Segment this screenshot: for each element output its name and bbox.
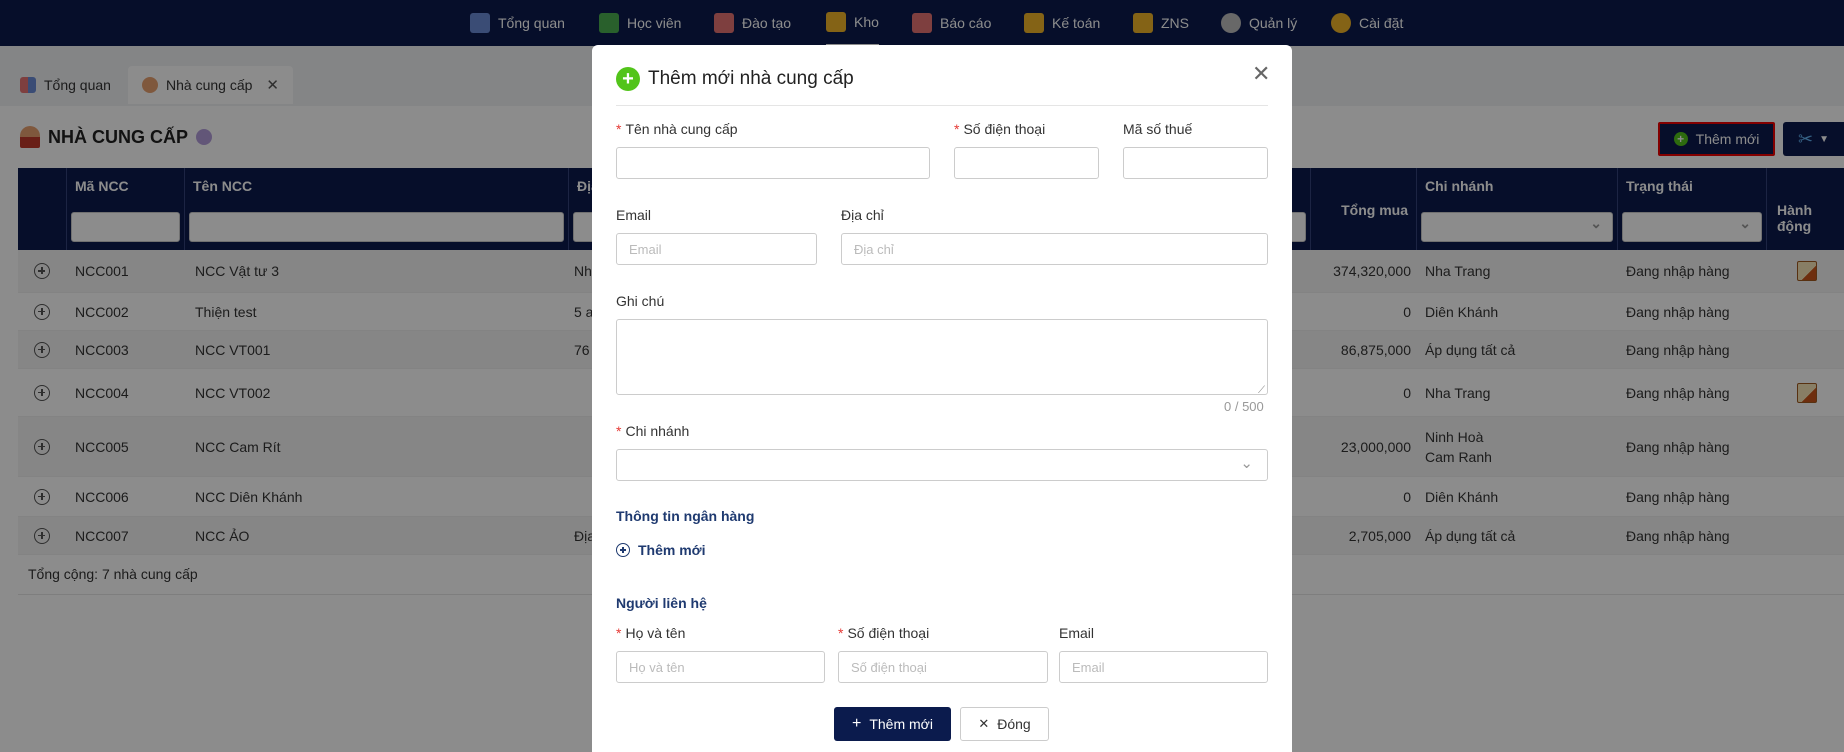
submit-label: Thêm mới [869, 716, 933, 732]
add-supplier-modal: + Thêm mới nhà cung cấp ✕ * Tên nhà cung … [592, 45, 1292, 752]
contact-name-label: * Họ và tên [616, 625, 686, 641]
phone-label: * Số điện thoại [954, 121, 1046, 137]
branch-select[interactable] [616, 449, 1268, 481]
plus-icon: + [852, 715, 862, 732]
plus-circle-icon: + [616, 67, 640, 91]
add-bank-label: Thêm mới [638, 542, 706, 558]
branch-label: * Chi nhánh [616, 423, 690, 439]
note-textarea[interactable] [616, 319, 1268, 396]
contact-phone-input[interactable]: Số điện thoại [838, 651, 1048, 683]
supplier-name-input[interactable] [616, 147, 930, 179]
modal-title: + Thêm mới nhà cung cấp [616, 67, 854, 91]
phone-input[interactable] [954, 147, 1099, 179]
supplier-name-label: * Tên nhà cung cấp [616, 121, 738, 137]
address-input[interactable]: Địa chỉ [841, 233, 1268, 265]
close-label: Đóng [997, 716, 1031, 732]
close-button[interactable]: ✕ Đóng [960, 707, 1049, 741]
email-input[interactable]: Email [616, 233, 817, 265]
modal-divider [616, 105, 1268, 106]
email-label: Email [616, 207, 652, 223]
contact-email-input[interactable]: Email [1059, 651, 1268, 683]
close-icon[interactable]: ✕ [1252, 61, 1270, 87]
plus-circle-icon [616, 543, 630, 557]
submit-button[interactable]: + Thêm mới [834, 707, 951, 741]
add-bank-button[interactable]: Thêm mới [616, 542, 706, 558]
contact-title: Người liên hệ [616, 595, 707, 611]
tax-code-label: Mã số thuế [1123, 121, 1193, 137]
contact-name-input[interactable]: Họ và tên [616, 651, 825, 683]
bank-info-title: Thông tin ngân hàng [616, 508, 755, 524]
note-char-counter: 0 / 500 [1224, 399, 1264, 414]
contact-phone-label: * Số điện thoại [838, 625, 930, 641]
contact-email-label: Email [1059, 625, 1095, 641]
address-label: Địa chỉ [841, 207, 884, 223]
tax-code-input[interactable] [1123, 147, 1268, 179]
modal-title-text: Thêm mới nhà cung cấp [648, 68, 854, 89]
note-label: Ghi chú [616, 293, 665, 309]
close-icon: ✕ [978, 716, 990, 731]
